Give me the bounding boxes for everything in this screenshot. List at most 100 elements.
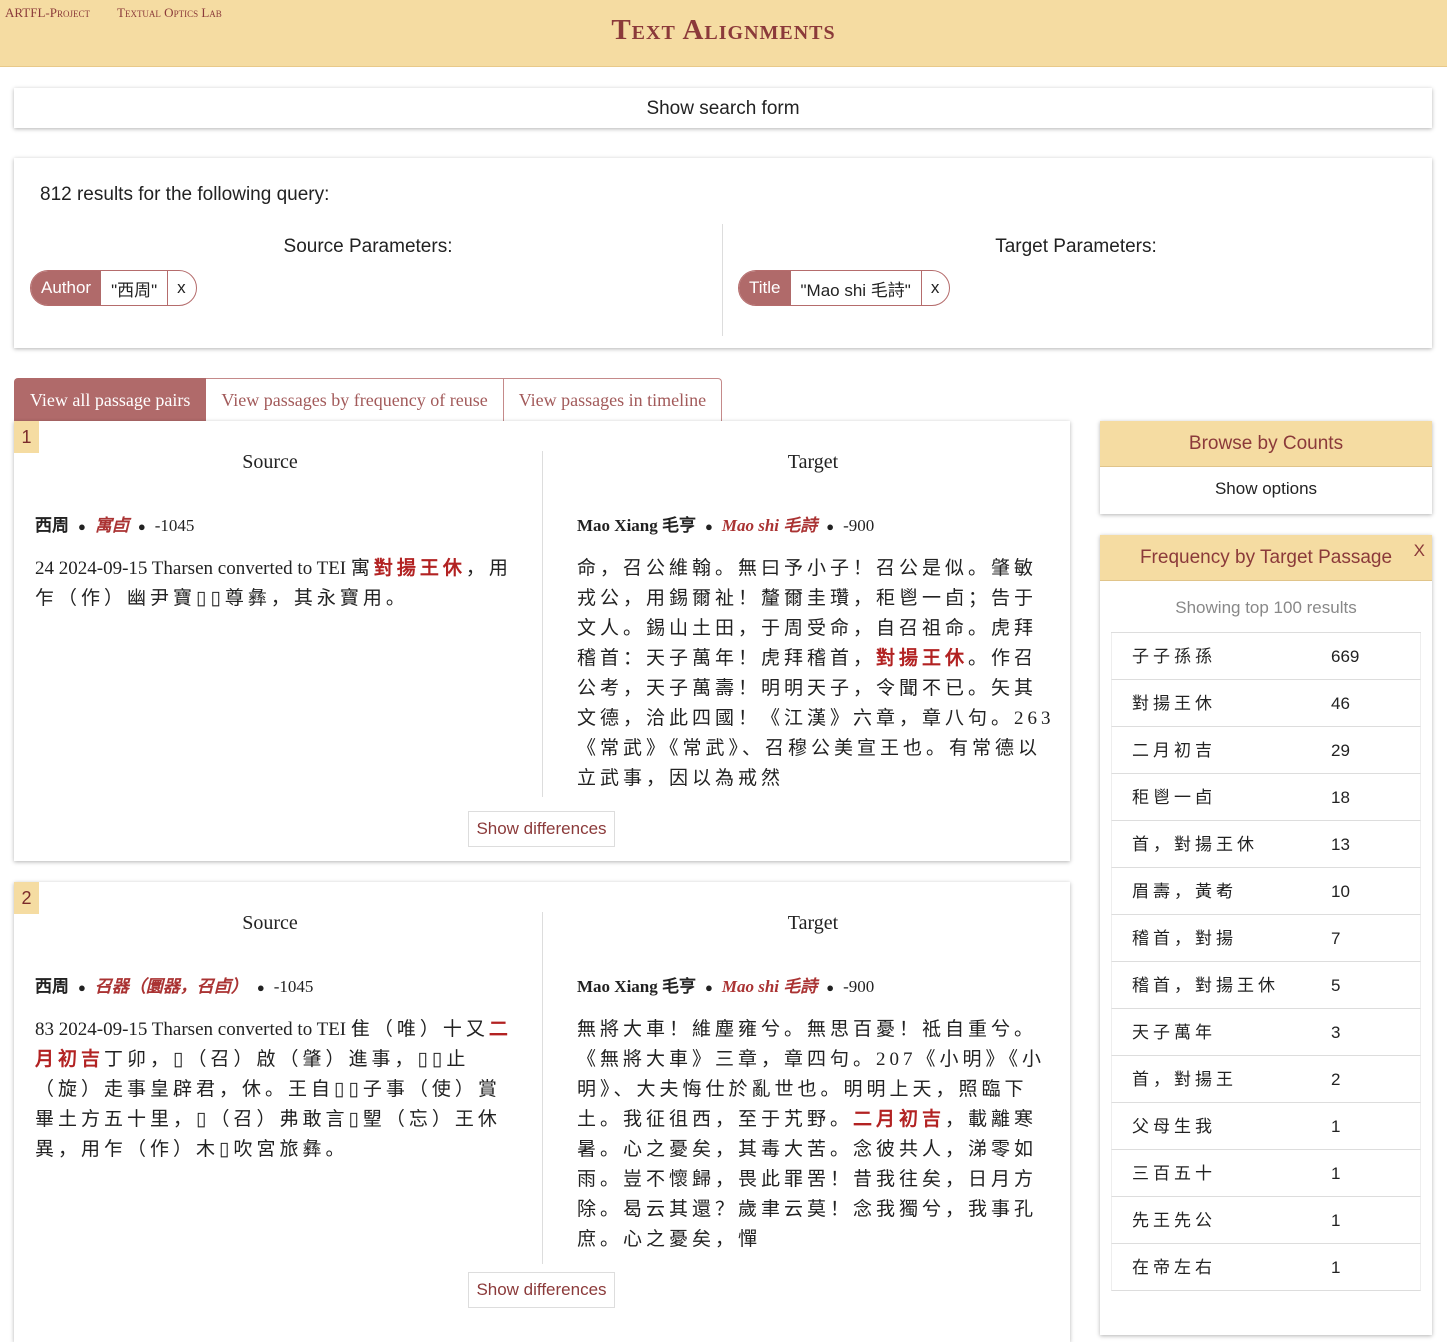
parameters-divider	[722, 224, 723, 336]
frequency-table: 子子孫孫 669 對揚王休 46 二月初吉 29 秬鬯一卣 18 首，對揚王休 13 眉壽，黃耇 10…	[1111, 632, 1421, 1291]
tab-frequency-of-reuse[interactable]: View passages by frequency of reuse	[206, 378, 504, 421]
passage-text: 丁卯，▯（召）啟（肇）進事，▯▯止（旋）走事皇辟君，休。王自▯▯子事（使）賞畢土…	[35, 1049, 501, 1160]
target-title-link[interactable]: Mao shi 毛詩	[722, 516, 817, 535]
passage-highlight: 二月初吉	[853, 1109, 946, 1130]
chip-label: Title	[739, 271, 791, 305]
show-options-button[interactable]: Show options	[1100, 467, 1432, 513]
target-metadata: Mao Xiang 毛亨 ● Mao shi 毛詩 ● -900	[577, 972, 874, 997]
frequency-passage: 秬鬯一卣	[1132, 788, 1216, 807]
target-parameters-heading: Target Parameters:	[995, 236, 1157, 257]
passage-text: ，載離寒暑。心之憂矣，其毒大苦。念彼共人，涕零如雨。豈不懷歸，畏此罪罟！昔我往矣…	[577, 1109, 1038, 1250]
source-author-chip: Author "西周" x	[30, 270, 197, 306]
frequency-row[interactable]: 眉壽，黃耇 10	[1111, 868, 1421, 915]
frequency-row[interactable]: 二月初吉 29	[1111, 727, 1421, 774]
pair-divider	[542, 912, 543, 1264]
chip-value: "西周"	[101, 271, 169, 305]
frequency-count: 1	[1331, 1164, 1341, 1183]
separator-dot: ●	[705, 980, 713, 995]
source-column-heading: Source	[242, 451, 298, 473]
frequency-row[interactable]: 子子孫孫 669	[1111, 633, 1421, 680]
passage-highlight: 對揚王休	[876, 648, 969, 669]
source-metadata: 西周 ● 寓卣 ● -1045	[35, 511, 194, 536]
frequency-count: 10	[1331, 882, 1350, 901]
target-year: -900	[843, 516, 875, 535]
frequency-panel: Frequency by Target Passage X Showing to…	[1100, 535, 1432, 1335]
source-passage: 83 2024-09-15 Tharsen converted to TEI 隹…	[35, 1015, 513, 1165]
show-differences-button[interactable]: Show differences	[468, 1272, 615, 1308]
frequency-passage: 天子萬年	[1132, 1023, 1216, 1042]
source-metadata: 西周 ● 召器（圜器，召卣） ● -1045	[35, 972, 313, 997]
separator-dot: ●	[826, 980, 835, 995]
site-title[interactable]: Text Alignments	[0, 14, 1447, 47]
frequency-count: 2	[1331, 1070, 1341, 1089]
target-column-heading: Target	[787, 912, 839, 934]
target-title-link[interactable]: Mao shi 毛詩	[722, 977, 817, 996]
target-passage: 無將大車！維塵雍兮。無思百憂！祗自重兮。《無將大車》三章，章四句。207《小明》…	[577, 1015, 1055, 1255]
source-passage: 24 2024-09-15 Tharsen converted to TEI 寓…	[35, 554, 513, 614]
frequency-row[interactable]: 首，對揚王休 13	[1111, 821, 1421, 868]
query-summary-panel: 812 results for the following query: Sou…	[14, 158, 1432, 348]
target-author: Mao Xiang 毛亨	[577, 516, 696, 535]
remove-target-title-button[interactable]: x	[922, 271, 949, 305]
frequency-row[interactable]: 天子萬年 3	[1111, 1009, 1421, 1056]
frequency-passage: 子子孫孫	[1132, 647, 1216, 666]
frequency-count: 7	[1331, 929, 1341, 948]
target-column-heading: Target	[787, 451, 839, 473]
showing-results-text: Showing top 100 results	[1175, 598, 1357, 617]
frequency-passage: 首，對揚王休	[1132, 835, 1258, 854]
frequency-passage: 對揚王休	[1132, 694, 1216, 713]
tab-timeline[interactable]: View passages in timeline	[503, 378, 723, 421]
frequency-count: 18	[1331, 788, 1350, 807]
passage-pair-2: 2 Source Target 西周 ● 召器（圜器，召卣） ● -1045 Mao X…	[14, 882, 1070, 1342]
frequency-count: 29	[1331, 741, 1350, 760]
top-bar: ARTFL-Project Textual Optics Lab Text Al…	[0, 0, 1447, 67]
frequency-passage: 先王先公	[1132, 1211, 1216, 1230]
pair-number: 1	[14, 421, 39, 453]
source-year: -1045	[273, 977, 314, 996]
frequency-passage: 在帝左右	[1132, 1258, 1216, 1277]
separator-dot: ●	[705, 519, 713, 534]
frequency-passage: 首，對揚王	[1132, 1070, 1237, 1089]
target-title-chip: Title "Mao shi 毛詩" x	[738, 270, 951, 306]
separator-dot: ●	[137, 519, 146, 534]
source-title-link[interactable]: 寓卣	[95, 516, 129, 535]
frequency-row[interactable]: 首，對揚王 2	[1111, 1056, 1421, 1103]
target-author: Mao Xiang 毛亨	[577, 977, 696, 996]
target-year: -900	[843, 977, 875, 996]
frequency-passage: 二月初吉	[1132, 741, 1216, 760]
passage-highlight: 對揚王休	[373, 558, 466, 579]
frequency-count: 1	[1331, 1258, 1341, 1277]
frequency-row[interactable]: 三百五十 1	[1111, 1150, 1421, 1197]
view-tabs: View all passage pairs View passages by …	[14, 378, 723, 421]
frequency-passage: 稽首，對揚	[1132, 929, 1237, 948]
chip-value: "Mao shi 毛詩"	[791, 271, 922, 305]
chip-label: Author	[31, 271, 102, 305]
frequency-row[interactable]: 對揚王休 46	[1111, 680, 1421, 727]
separator-dot: ●	[256, 980, 265, 995]
source-title-link[interactable]: 召器（圜器，召卣）	[95, 977, 248, 996]
passage-text: 寓	[350, 558, 374, 579]
tab-all-passage-pairs[interactable]: View all passage pairs	[14, 378, 207, 421]
frequency-row[interactable]: 稽首，對揚王休 5	[1111, 962, 1421, 1009]
results-count-text: 812 results for the following query:	[40, 184, 330, 205]
separator-dot: ●	[78, 980, 86, 995]
frequency-row[interactable]: 先王先公 1	[1111, 1197, 1421, 1244]
pair-divider	[542, 451, 543, 797]
passage-text: 隹（唯）十又	[350, 1019, 489, 1040]
close-frequency-button[interactable]: X	[1414, 541, 1425, 561]
frequency-count: 1	[1331, 1211, 1341, 1230]
remove-source-author-button[interactable]: x	[168, 271, 196, 305]
frequency-count: 46	[1331, 694, 1350, 713]
frequency-row[interactable]: 秬鬯一卣 18	[1111, 774, 1421, 821]
browse-by-counts-panel: Browse by Counts Show options	[1100, 421, 1432, 514]
frequency-count: 669	[1331, 647, 1360, 666]
frequency-count: 1	[1331, 1117, 1341, 1136]
source-author: 西周	[35, 977, 69, 996]
frequency-count: 13	[1331, 835, 1350, 854]
frequency-row[interactable]: 稽首，對揚 7	[1111, 915, 1421, 962]
frequency-row[interactable]: 父母生我 1	[1111, 1103, 1421, 1150]
source-year: -1045	[154, 516, 195, 535]
show-search-form-button[interactable]: Show search form	[14, 88, 1432, 128]
frequency-row[interactable]: 在帝左右 1	[1111, 1244, 1421, 1291]
show-differences-button[interactable]: Show differences	[468, 811, 615, 847]
